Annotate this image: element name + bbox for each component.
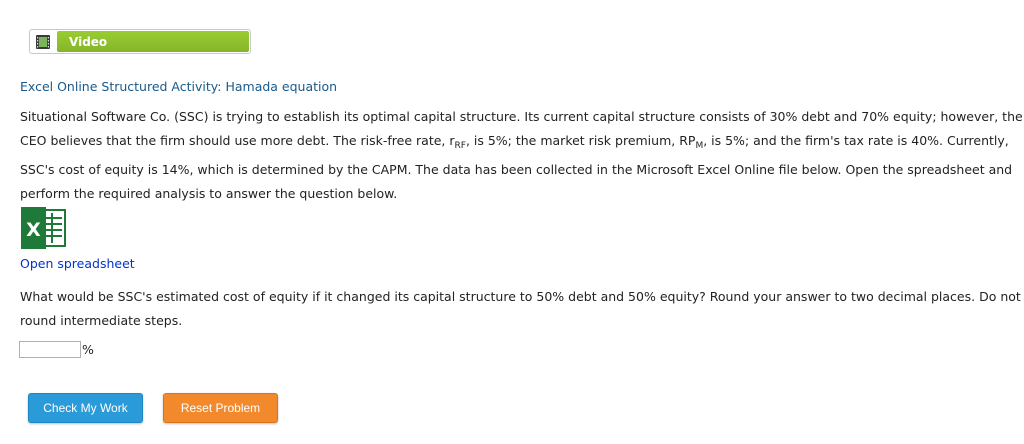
video-bar-fill[interactable]: Video [57, 31, 249, 52]
check-my-work-button[interactable]: Check My Work [28, 393, 143, 423]
video-button[interactable]: Video [29, 29, 251, 54]
subscript-rf: RF [454, 141, 466, 151]
question-line: What would be SSC's estimated cost of eq… [20, 289, 1021, 304]
open-spreadsheet-link[interactable]: Open spreadsheet [20, 256, 135, 271]
question-line: round intermediate steps. [20, 313, 183, 328]
answer-input[interactable] [19, 341, 81, 358]
video-label: Video [69, 34, 108, 49]
question-text: What would be SSC's estimated cost of eq… [20, 285, 1021, 333]
problem-paragraph: Situational Software Co. (SSC) is trying… [20, 105, 1023, 206]
activity-title: Excel Online Structured Activity: Hamada… [20, 79, 338, 94]
text-fragment: CEO believes that the firm should use mo… [20, 133, 455, 148]
percent-unit: % [82, 342, 94, 357]
excel-icon[interactable]: X [20, 207, 67, 249]
film-icon [35, 34, 51, 50]
text-fragment: , is 5%; the market risk premium, RP [465, 133, 696, 148]
paragraph-line: CEO believes that the firm should use mo… [20, 129, 1009, 158]
text-fragment: , is 5%; and the firm's tax rate is 40%.… [703, 133, 1009, 148]
paragraph-line: SSC's cost of equity is 14%, which is de… [20, 162, 1013, 177]
paragraph-line: Situational Software Co. (SSC) is trying… [20, 109, 1023, 124]
answer-row: % [19, 341, 94, 358]
reset-problem-button[interactable]: Reset Problem [163, 393, 278, 423]
paragraph-line: perform the required analysis to answer … [20, 186, 398, 201]
svg-text:X: X [26, 219, 41, 241]
